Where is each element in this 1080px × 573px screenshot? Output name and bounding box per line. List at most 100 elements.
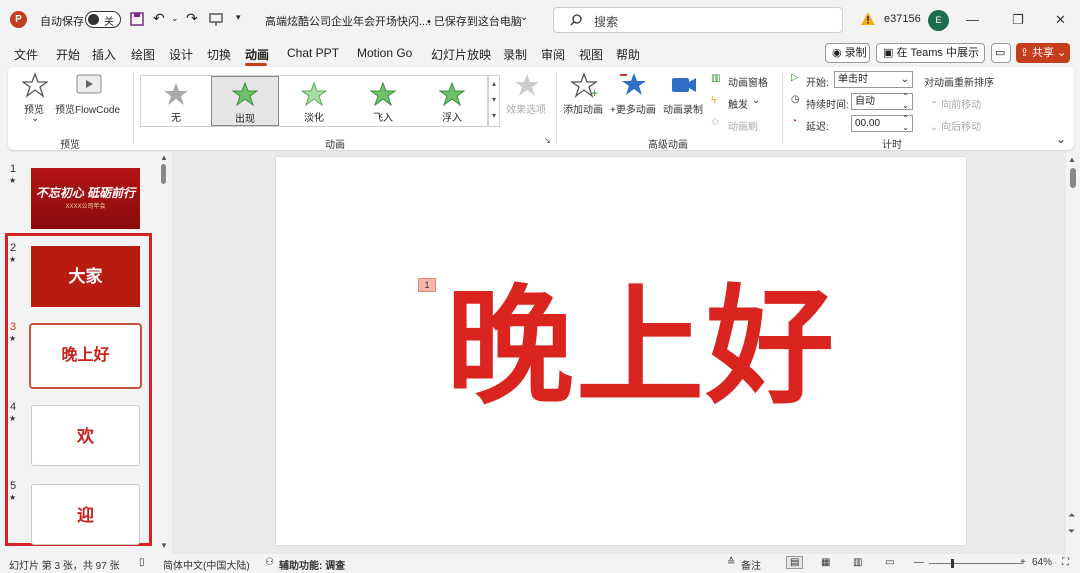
slide-1-subtitle: XXXX公司年会 [65,204,106,210]
add-animation-icon[interactable]: + [571,72,599,98]
spinner-icon: ⌃ ⌄ [902,114,909,132]
thumbnail-scrollbar[interactable] [161,164,166,184]
anim-record-button[interactable]: 动画录制 [663,101,703,116]
more-animation-button[interactable]: +更多动画 [610,101,656,116]
restore-icon[interactable]: ❐ [1012,12,1024,28]
preview-flowcode-icon[interactable] [76,74,102,96]
close-icon[interactable]: ✕ [1055,12,1066,28]
comments-button[interactable]: ▭ [991,43,1011,63]
animation-fade[interactable]: 淡化 [280,76,348,126]
tab-review[interactable]: 审阅 [541,46,565,63]
share-button[interactable]: ⇪ 共享 ⌄ [1016,43,1070,63]
minimize-icon[interactable]: — [966,12,979,27]
slide-main-text[interactable]: 晚上好 [446,278,836,418]
customize-toolbar-icon[interactable]: ▾ [236,12,241,23]
tab-view[interactable]: 视图 [579,46,603,63]
tab-slideshow[interactable]: 幻灯片放映 [431,46,491,63]
anim-record-icon[interactable] [671,75,697,95]
slide-thumbnail-2[interactable]: 大家 [31,246,140,307]
zoom-slider[interactable] [929,563,1022,564]
record-button[interactable]: ◉ 录制 [825,43,870,63]
animation-float-in[interactable]: 浮入 [418,76,486,126]
normal-view-icon[interactable]: ▤ [786,556,804,569]
slide-thumbnail-3[interactable]: 晚上好 [29,323,142,389]
save-icon[interactable] [129,11,145,27]
animation-order-tag[interactable]: 1 [418,278,436,292]
search-box[interactable]: 搜索 [553,7,843,33]
tab-chatppt[interactable]: Chat PPT [287,46,339,60]
preview-flowcode-button[interactable]: 预览FlowCode [55,101,120,116]
scroll-up-icon[interactable]: ▲ [160,153,168,162]
move-later-button[interactable]: ⌄ 向后移动 [930,118,981,133]
avatar[interactable]: E [928,10,949,31]
move-earlier-button[interactable]: ⌃ 向前移动 [930,96,981,111]
animation-none[interactable]: 无 [142,76,210,126]
animation-fly-in[interactable]: 飞入 [349,76,417,126]
fit-to-window-icon[interactable]: ⛶ [1062,557,1069,568]
animation-star-icon: ★ [9,255,17,264]
slide-count[interactable]: 幻灯片 第 3 张，共 97 张 [9,557,120,572]
tab-motiongo[interactable]: Motion Go [357,46,412,60]
tab-home[interactable]: 开始 [56,46,80,63]
slide-thumbnail-1[interactable]: 不忘初心 砥砺前行 XXXX公司年会 [31,168,140,229]
warning-icon[interactable] [860,11,876,26]
redo-icon[interactable]: ↷ [186,10,198,27]
slide-sorter-icon[interactable]: ▦ [821,557,830,568]
zoom-slider-thumb[interactable] [951,559,954,568]
tab-animations[interactable]: 动画 [245,46,269,63]
scroll-up-icon[interactable]: ▲ [1068,155,1076,164]
more-animation-icon[interactable] [620,71,648,97]
user-name[interactable]: e37156 [884,13,921,25]
trigger-dropdown-icon[interactable]: ⌄ [752,95,760,106]
tab-help[interactable]: 帮助 [616,46,640,63]
save-state[interactable]: • 已保存到这台电脑 [427,13,522,29]
tab-draw[interactable]: 绘图 [131,46,155,63]
chevron-down-icon[interactable]: ⌄ [520,12,528,23]
slide-thumbnail-5[interactable]: 迎 [31,484,140,545]
collapse-ribbon-icon[interactable]: ⌄ [1056,132,1066,146]
search-placeholder: 搜索 [594,15,619,29]
delay-input[interactable]: 00.00 ⌃ ⌄ [851,114,913,132]
dialog-launcher-icon[interactable]: ↘ [544,136,551,145]
preview-dropdown-icon[interactable]: ⌄ [31,113,39,124]
preview-star-icon[interactable] [22,72,48,98]
gallery-scroll[interactable]: ▴ ▾ ▾ [488,75,500,127]
tab-record[interactable]: 录制 [503,46,527,63]
zoom-level[interactable]: 64% [1032,557,1052,568]
tab-insert[interactable]: 插入 [92,46,116,63]
anim-pane-button[interactable]: 动画窗格 [728,74,768,89]
undo-dropdown-icon[interactable]: ⌄ [171,13,179,24]
trigger-button[interactable]: 触发 [728,96,748,111]
effect-options-icon[interactable] [514,72,540,98]
zoom-out-icon[interactable]: — [914,557,924,568]
effect-options-button[interactable]: 效果选项 [506,101,546,116]
present-from-start-icon[interactable] [208,11,224,27]
tab-design[interactable]: 设计 [169,46,193,63]
slide-number: 5 [10,480,17,492]
autosave-toggle[interactable]: 关 [85,11,121,28]
tab-file[interactable]: 文件 [14,46,38,63]
start-select[interactable]: 单击时 ⌄ [834,71,913,88]
undo-icon[interactable]: ↶ [153,10,165,27]
notes-icon: ≙ [727,557,736,568]
add-animation-button[interactable]: 添加动画 [563,101,603,116]
animation-appear[interactable]: 出现 [211,76,279,126]
teams-present-button[interactable]: ▣ 在 Teams 中展示 [876,43,985,63]
anim-painter-button[interactable]: 动画刷 [728,118,758,133]
animation-gallery: 无 出现 淡化 飞入 浮入 [140,75,488,127]
previous-slide-icon[interactable]: ⏶ [1068,510,1075,521]
duration-input[interactable]: 自动 ⌃ ⌄ [851,92,913,110]
zoom-in-icon[interactable]: + [1020,557,1026,568]
tab-transitions[interactable]: 切换 [207,46,231,63]
editor-scrollbar[interactable] [1070,168,1076,188]
notes-button[interactable]: 备注 [741,557,761,572]
slideshow-icon[interactable]: ▭ [885,557,894,568]
spellcheck-icon[interactable]: ▯ [139,557,145,568]
slide-thumbnail-4[interactable]: 欢 [31,405,140,466]
language[interactable]: 简体中文(中国大陆) [163,557,250,572]
document-title[interactable]: 高端炫酷公司企业年会开场快闪.... [265,13,431,29]
next-slide-icon[interactable]: ⏷ [1068,526,1075,537]
reading-view-icon[interactable]: ▥ [853,557,862,568]
scroll-down-icon[interactable]: ▼ [160,541,168,550]
accessibility-status[interactable]: 辅助功能: 调查 [279,557,345,572]
